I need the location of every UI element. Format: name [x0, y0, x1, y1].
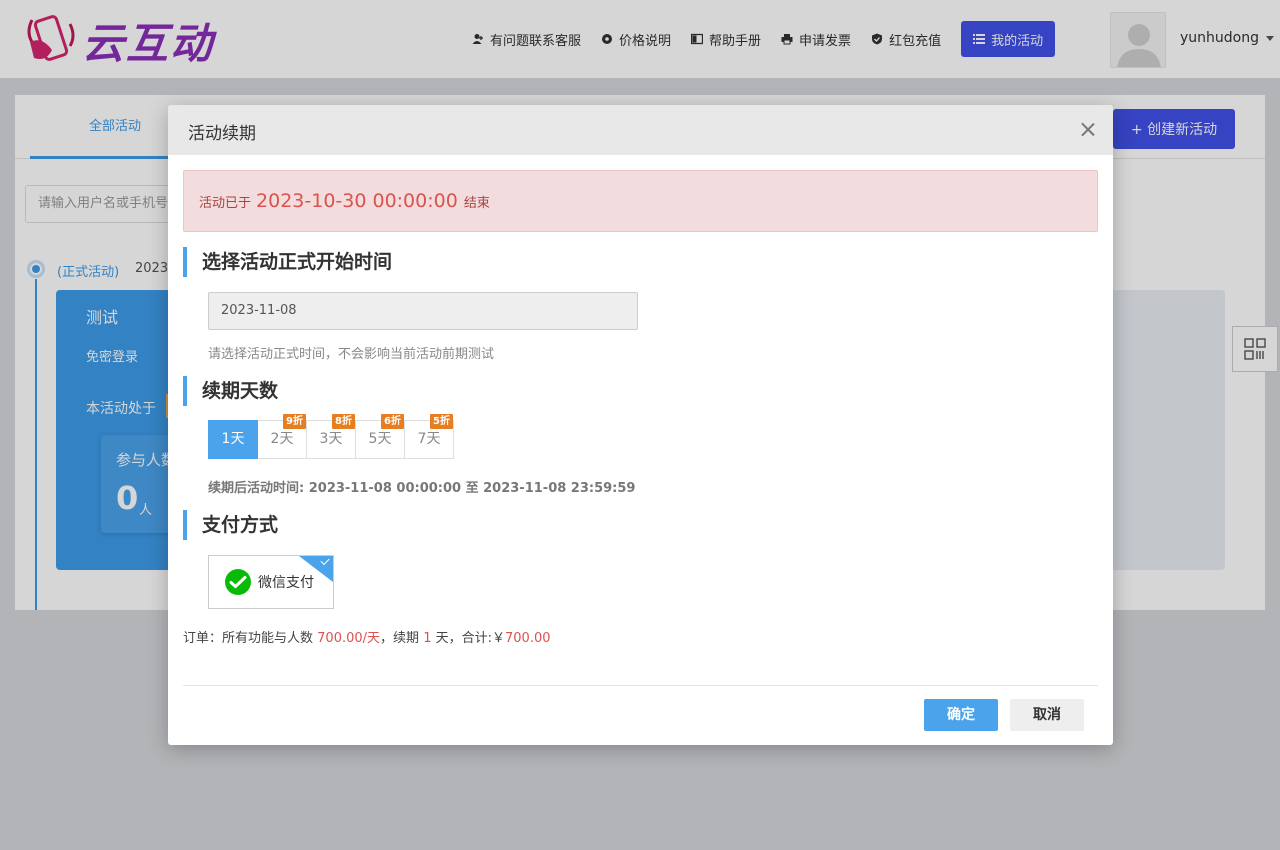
order-summary: 订单：所有功能与人数 700.00/天，续期 1 天，合计:￥700.00 [183, 627, 551, 646]
section-renew-days-title: 续期天数 [183, 376, 278, 406]
discount-badge: 9折 [283, 414, 306, 429]
wechat-pay-option[interactable]: 微信支付 [208, 555, 334, 609]
day-option-label: 3天 [319, 431, 343, 447]
confirm-button[interactable]: 确定 [924, 699, 998, 731]
day-option-1[interactable]: 1天 [208, 420, 258, 459]
order-mid: ，续期 [380, 631, 420, 646]
start-date-input[interactable]: 2023-11-08 [208, 292, 638, 330]
order-unit-total: 天，合计:￥ [435, 631, 505, 646]
day-option-5[interactable]: 5天 6折 [355, 414, 405, 459]
order-price: 700.00/天 [317, 631, 381, 646]
order-total: 700.00 [505, 631, 551, 646]
discount-badge: 5折 [430, 414, 453, 429]
day-option-2[interactable]: 2天 9折 [257, 414, 307, 459]
discount-badge: 6折 [381, 414, 404, 429]
day-option-label: 1天 [221, 431, 245, 447]
alert-suffix: 结束 [463, 195, 490, 211]
footer-divider [183, 685, 1098, 686]
renew-activity-modal: 活动续期 活动已于 2023-10-30 00:00:00 结束 选择活动正式开… [168, 105, 1113, 745]
order-days: 1 [423, 631, 432, 646]
cancel-button[interactable]: 取消 [1010, 699, 1084, 731]
renew-days-options: 1天 2天 9折 3天 8折 5天 6折 7天 5折 [208, 414, 454, 459]
section-start-time-title: 选择活动正式开始时间 [183, 247, 392, 277]
start-date-hint: 请选择活动正式时间，不会影响当前活动前期测试 [208, 347, 495, 362]
modal-title: 活动续期 [188, 124, 256, 144]
close-icon[interactable] [1080, 122, 1096, 138]
after-renew-time: 续期后活动时间: 2023-11-08 00:00:00 至 2023-11-0… [208, 481, 636, 496]
day-option-label: 2天 [270, 431, 294, 447]
section-payment-title: 支付方式 [183, 510, 278, 540]
day-option-label: 5天 [368, 431, 392, 447]
order-prefix: 订单：所有功能与人数 [183, 631, 314, 646]
alert-prefix: 活动已于 [199, 195, 252, 211]
ended-alert: 活动已于 2023-10-30 00:00:00 结束 [183, 170, 1098, 232]
day-option-3[interactable]: 3天 8折 [306, 414, 356, 459]
discount-badge: 8折 [332, 414, 355, 429]
alert-datetime: 2023-10-30 00:00:00 [256, 190, 458, 212]
wechat-pay-icon [225, 569, 251, 595]
day-option-7[interactable]: 7天 5折 [404, 414, 454, 459]
modal-header: 活动续期 [168, 105, 1113, 155]
day-option-label: 7天 [417, 431, 441, 447]
